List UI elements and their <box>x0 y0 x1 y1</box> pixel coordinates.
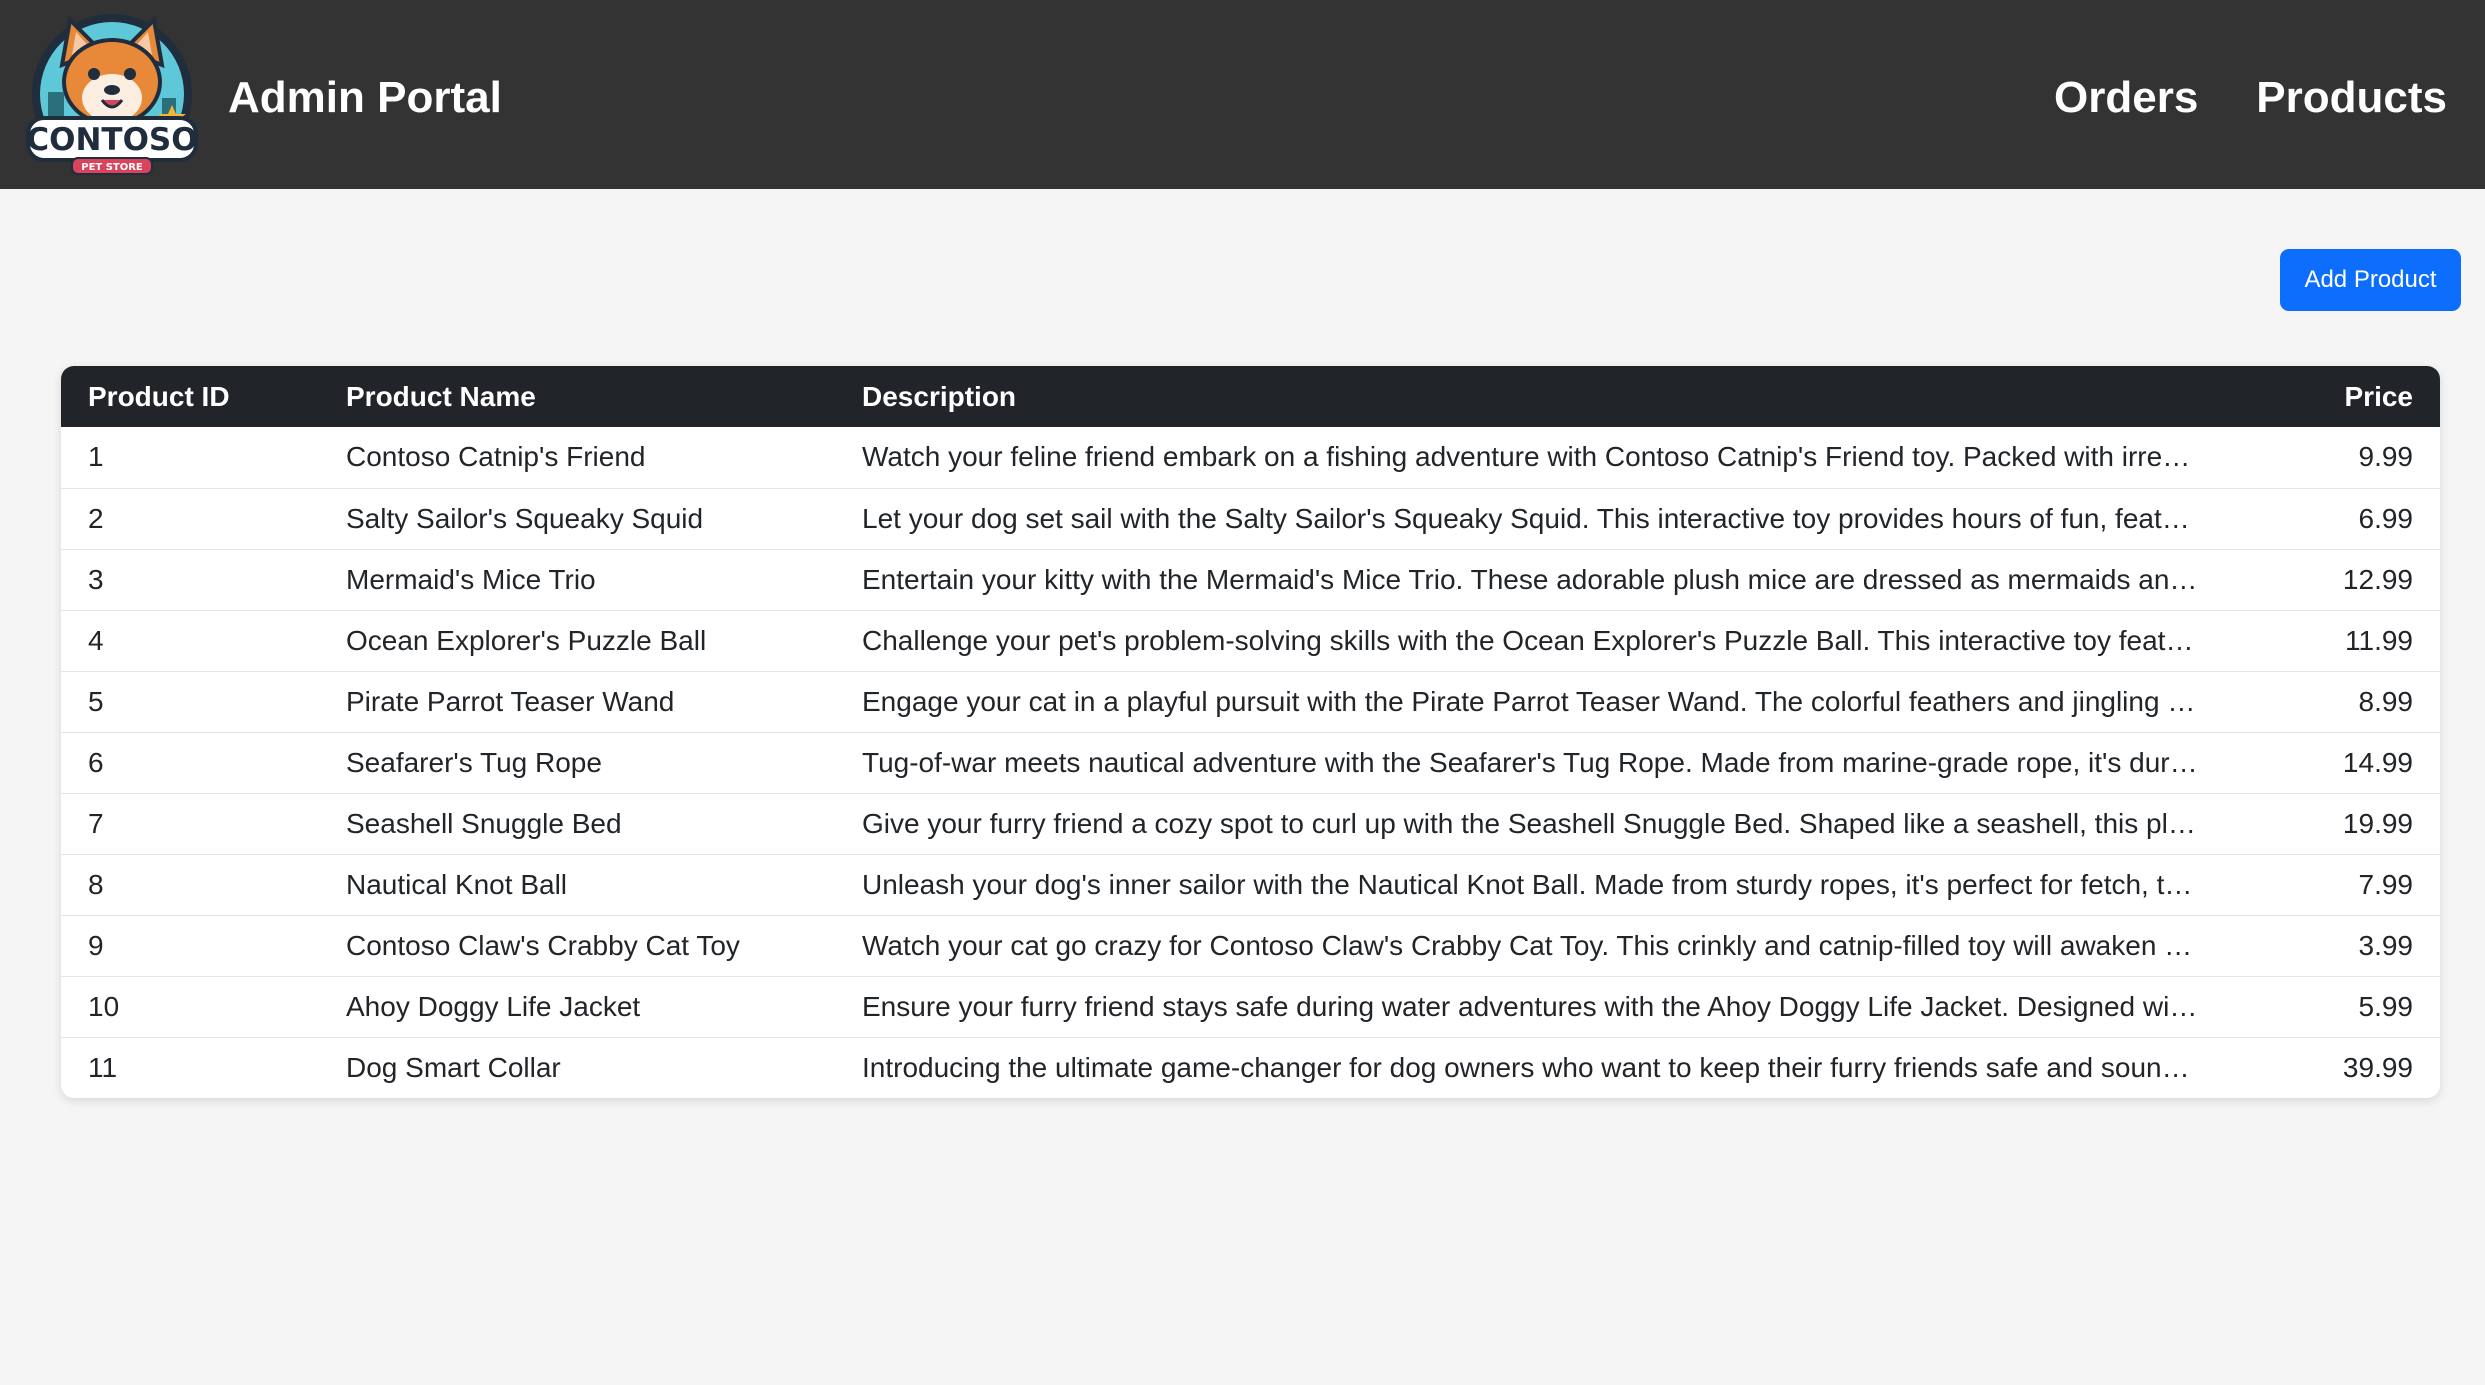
cell-product-name: Contoso Claw's Crabby Cat Toy <box>346 929 740 961</box>
column-header-description[interactable]: Description <box>835 366 2199 427</box>
cell-description: Unleash your dog's inner sailor with the… <box>862 868 2199 900</box>
table-header-row: Product ID Product Name Description Pric… <box>61 366 2440 427</box>
cell-product-id: 4 <box>88 624 104 656</box>
cell-product-name: Contoso Catnip's Friend <box>346 441 646 473</box>
cell-product-id: 5 <box>88 685 104 717</box>
table-body: 1 Contoso Catnip's Friend Watch your fel… <box>61 427 2440 1098</box>
table-row[interactable]: 9 Contoso Claw's Crabby Cat Toy Watch yo… <box>61 915 2440 976</box>
table-row[interactable]: 3 Mermaid's Mice Trio Entertain your kit… <box>61 549 2440 610</box>
cell-product-id: 11 <box>88 1051 118 1083</box>
products-table: Product ID Product Name Description Pric… <box>61 366 2440 1098</box>
table-row[interactable]: 5 Pirate Parrot Teaser Wand Engage your … <box>61 671 2440 732</box>
cell-price: 6.99 <box>2358 502 2414 534</box>
cell-product-id: 6 <box>88 746 104 778</box>
table-row[interactable]: 10 Ahoy Doggy Life Jacket Ensure your fu… <box>61 976 2440 1037</box>
cell-product-id: 1 <box>88 441 104 473</box>
cell-price: 11.99 <box>2345 624 2413 656</box>
cell-description: Tug-of-war meets nautical adventure with… <box>862 746 2199 778</box>
cell-price: 3.99 <box>2358 929 2414 961</box>
page-title: Admin Portal <box>228 73 502 122</box>
nav-products-link[interactable]: Products <box>2256 72 2447 124</box>
contoso-logo[interactable]: CONTOSO PET STORE <box>22 10 202 180</box>
cell-product-name: Nautical Knot Ball <box>346 868 568 900</box>
cell-price: 19.99 <box>2342 807 2413 839</box>
column-header-price[interactable]: Price <box>2199 366 2440 427</box>
cell-description: Let your dog set sail with the Salty Sai… <box>862 502 2199 534</box>
logo-subtext: PET STORE <box>81 162 143 173</box>
cell-price: 14.99 <box>2342 746 2413 778</box>
table-row[interactable]: 4 Ocean Explorer's Puzzle Ball Challenge… <box>61 610 2440 671</box>
cell-product-name: Mermaid's Mice Trio <box>346 563 596 595</box>
cell-description: Watch your feline friend embark on a fis… <box>862 441 2199 473</box>
cell-description: Ensure your furry friend stays safe duri… <box>862 990 2199 1022</box>
cell-product-id: 7 <box>88 807 104 839</box>
products-table-card: Product ID Product Name Description Pric… <box>61 366 2440 1098</box>
cell-product-id: 10 <box>88 990 120 1022</box>
cell-description: Watch your cat go crazy for Contoso Claw… <box>862 929 2199 961</box>
top-navbar: CONTOSO PET STORE Admin Portal Orders Pr… <box>0 0 2485 189</box>
table-row[interactable]: 7 Seashell Snuggle Bed Give your furry f… <box>61 793 2440 854</box>
contoso-dog-logo-icon: CONTOSO PET STORE <box>26 14 198 175</box>
cell-price: 5.99 <box>2358 990 2414 1022</box>
table-row[interactable]: 2 Salty Sailor's Squeaky Squid Let your … <box>61 488 2440 549</box>
cell-product-name: Pirate Parrot Teaser Wand <box>346 685 675 717</box>
cell-description: Give your furry friend a cozy spot to cu… <box>862 807 2199 839</box>
cell-price: 12.99 <box>2342 563 2413 595</box>
cell-product-name: Ahoy Doggy Life Jacket <box>346 990 641 1022</box>
table-row[interactable]: 1 Contoso Catnip's Friend Watch your fel… <box>61 427 2440 488</box>
cell-product-name: Dog Smart Collar <box>346 1051 561 1083</box>
cell-product-id: 8 <box>88 868 104 900</box>
logo-wordmark: CONTOSO <box>26 122 197 158</box>
cell-product-id: 9 <box>88 929 104 961</box>
cell-product-name: Seashell Snuggle Bed <box>346 807 622 839</box>
cell-price: 9.99 <box>2358 441 2414 473</box>
table-row[interactable]: 8 Nautical Knot Ball Unleash your dog's … <box>61 854 2440 915</box>
table-row[interactable]: 6 Seafarer's Tug Rope Tug-of-war meets n… <box>61 732 2440 793</box>
cell-description: Introducing the ultimate game-changer fo… <box>862 1051 2199 1083</box>
cell-price: 39.99 <box>2342 1051 2413 1083</box>
cell-description: Entertain your kitty with the Mermaid's … <box>862 563 2199 595</box>
cell-product-name: Ocean Explorer's Puzzle Ball <box>346 624 707 656</box>
cell-price: 7.99 <box>2358 868 2414 900</box>
nav-orders-link[interactable]: Orders <box>2054 72 2198 124</box>
cell-description: Challenge your pet's problem-solving ski… <box>862 624 2199 656</box>
cell-product-name: Salty Sailor's Squeaky Squid <box>346 502 704 534</box>
cell-product-name: Seafarer's Tug Rope <box>346 746 602 778</box>
add-product-button[interactable]: Add Product <box>2280 249 2461 311</box>
cell-product-id: 2 <box>88 502 104 534</box>
cell-price: 8.99 <box>2358 685 2414 717</box>
table-row[interactable]: 11 Dog Smart Collar Introducing the ulti… <box>61 1037 2440 1098</box>
cell-description: Engage your cat in a playful pursuit wit… <box>862 685 2199 717</box>
column-header-product-id[interactable]: Product ID <box>61 366 319 427</box>
cell-product-id: 3 <box>88 563 104 595</box>
table-header: Product ID Product Name Description Pric… <box>61 366 2440 427</box>
main-nav: Orders Products <box>2054 72 2447 124</box>
column-header-product-name[interactable]: Product Name <box>319 366 835 427</box>
